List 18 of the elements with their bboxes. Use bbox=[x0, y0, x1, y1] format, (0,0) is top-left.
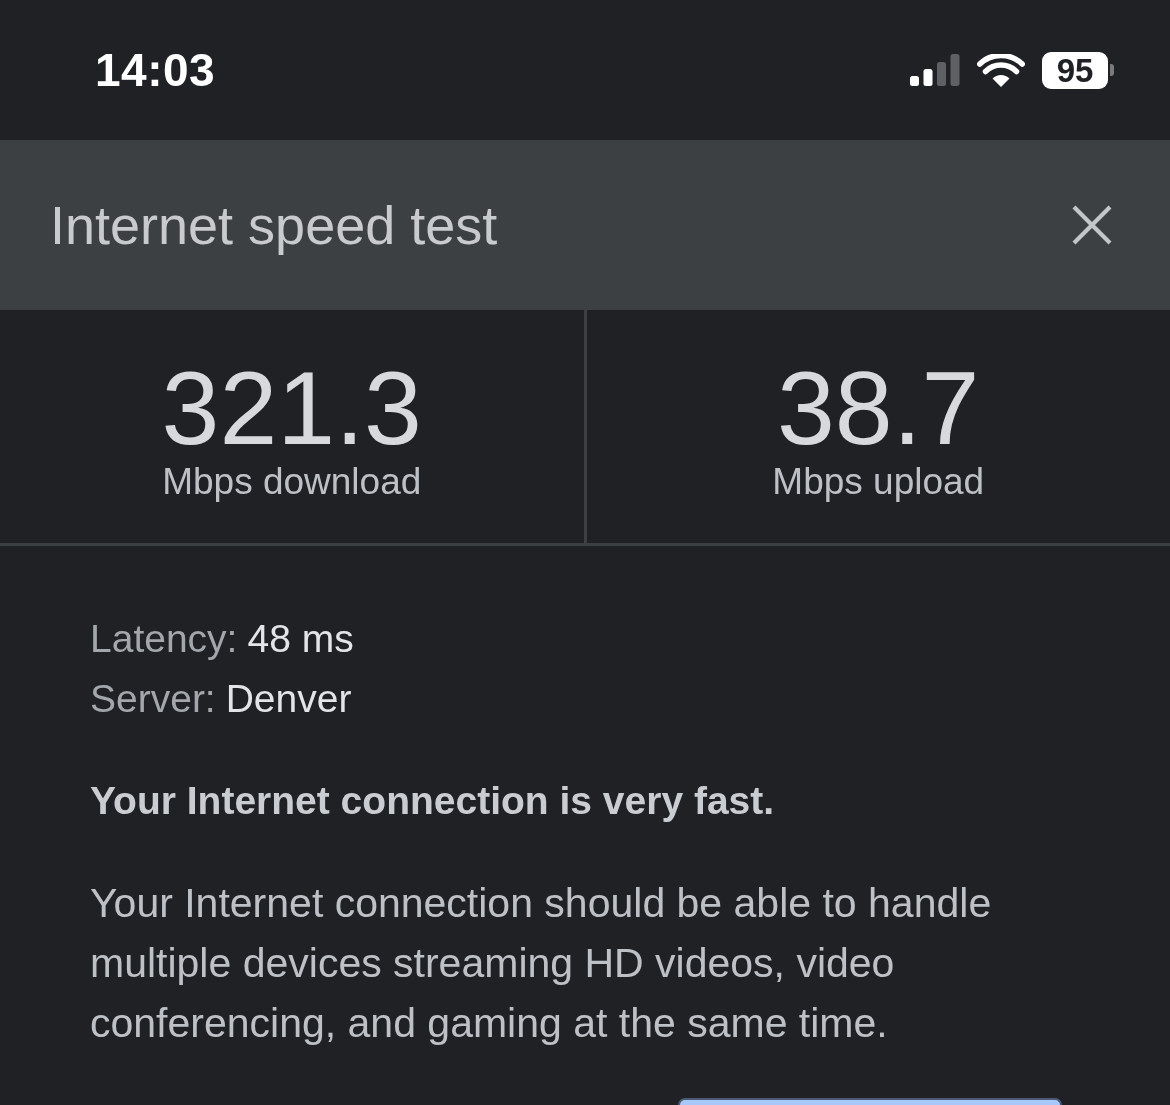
close-icon bbox=[1072, 205, 1112, 245]
detail-value: Denver bbox=[225, 677, 352, 721]
summary-text: Your Internet connection is very fast. bbox=[90, 778, 776, 824]
battery-indicator: 95 bbox=[1042, 51, 1114, 89]
detail-label: Server: bbox=[90, 677, 216, 721]
detail-value: 48 ms bbox=[247, 617, 354, 661]
close-button[interactable] bbox=[1072, 205, 1112, 245]
speed-value: 38.7 bbox=[777, 356, 980, 461]
speed-value: 321.3 bbox=[161, 356, 422, 461]
speed-label: Mbps download bbox=[162, 462, 422, 503]
detail-label: Latency: bbox=[90, 617, 238, 661]
wifi-icon bbox=[977, 53, 1025, 87]
action-button[interactable] bbox=[678, 1098, 1062, 1105]
page-title: Internet speed test bbox=[50, 193, 498, 257]
signal-icon bbox=[910, 54, 960, 86]
description-text: Your Internet connection should be able to handle multiple devices streaming HD videos, video conferencing, and gaming at the same time. bbox=[90, 879, 993, 1048]
status-time: 14:03 bbox=[95, 47, 216, 93]
speed-label: Mbps upload bbox=[772, 462, 985, 503]
